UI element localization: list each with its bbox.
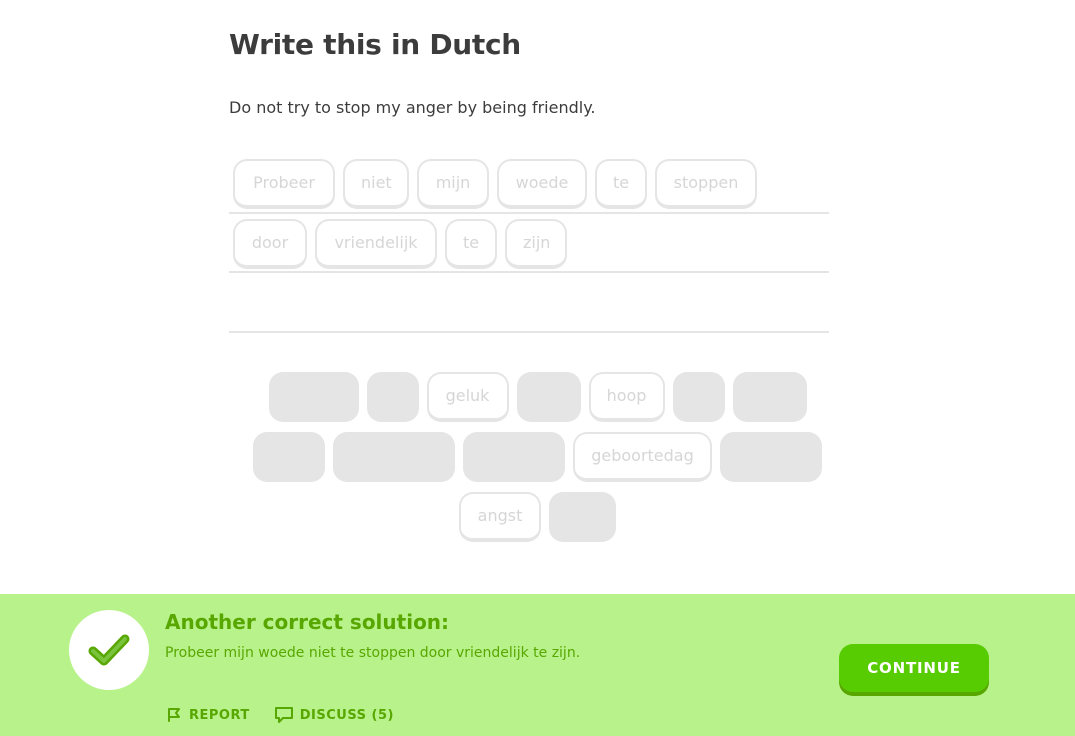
checkmark-icon	[88, 634, 130, 666]
word-bank-row: geboortedag	[0, 432, 1075, 482]
word-bank-slot	[549, 492, 616, 542]
word-bank-slot	[253, 432, 325, 482]
word-bank-row: angst	[0, 492, 1075, 542]
answer-tile: woede	[497, 159, 587, 209]
answer-row: door vriendelijk te zijn	[233, 219, 567, 269]
word-bank-slot	[366, 372, 419, 422]
answer-line	[229, 331, 829, 333]
word-bank-tile[interactable]: geluk	[426, 372, 509, 422]
challenge-title: Write this in Dutch	[229, 28, 521, 61]
feedback-title: Another correct solution:	[165, 610, 450, 634]
answer-tile: vriendelijk	[315, 219, 437, 269]
word-bank-slot	[268, 372, 359, 422]
answer-tile: te	[595, 159, 647, 209]
answer-tile: stoppen	[655, 159, 757, 209]
word-bank-row: geluk hoop	[0, 372, 1075, 422]
answer-tile: door	[233, 219, 307, 269]
report-label: REPORT	[189, 707, 250, 723]
answer-area: Probeer niet mijn woede te stoppen door …	[229, 153, 829, 333]
discuss-button[interactable]: DISCUSS (5)	[274, 706, 394, 724]
report-button[interactable]: REPORT	[165, 706, 250, 724]
feedback-actions: REPORT DISCUSS (5)	[165, 706, 394, 724]
status-badge	[69, 610, 149, 690]
word-bank-tile[interactable]: hoop	[588, 372, 665, 422]
answer-tile: niet	[343, 159, 409, 209]
answer-line	[229, 271, 829, 273]
answer-tile: zijn	[505, 219, 567, 269]
word-bank-tile[interactable]: geboortedag	[573, 432, 712, 482]
word-bank: geluk hoop geboortedag angst	[0, 372, 1075, 547]
answer-tile: mijn	[417, 159, 489, 209]
comment-icon	[274, 707, 293, 723]
answer-line	[229, 212, 829, 214]
answer-tile: Probeer	[233, 159, 335, 209]
word-bank-slot	[732, 372, 807, 422]
word-bank-slot	[720, 432, 822, 482]
word-bank-slot	[672, 372, 725, 422]
word-bank-slot	[463, 432, 565, 482]
word-bank-slot	[516, 372, 581, 422]
discuss-label: DISCUSS (5)	[299, 707, 394, 723]
flag-icon	[168, 708, 180, 722]
answer-row: Probeer niet mijn woede te stoppen	[233, 159, 757, 209]
word-bank-slot	[333, 432, 455, 482]
feedback-solution: Probeer mijn woede niet te stoppen door …	[165, 645, 581, 661]
answer-tile: te	[445, 219, 497, 269]
challenge-prompt: Do not try to stop my anger by being fri…	[229, 98, 596, 117]
word-bank-tile[interactable]: angst	[459, 492, 541, 542]
continue-button[interactable]: CONTINUE	[839, 644, 989, 692]
feedback-banner: Another correct solution: Probeer mijn w…	[0, 594, 1075, 736]
